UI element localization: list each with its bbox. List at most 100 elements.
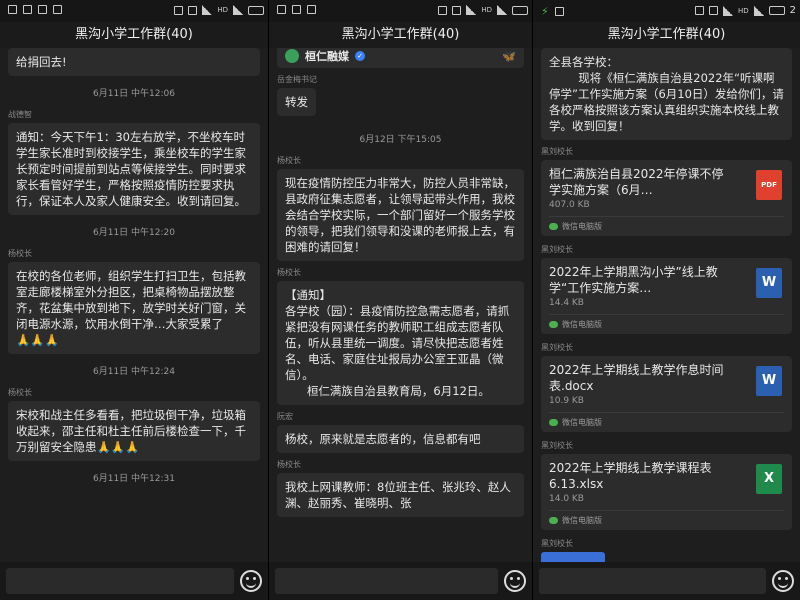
media-name: 桓仁融媒 xyxy=(305,50,349,63)
file-footer: 微信电脑版 xyxy=(549,510,784,530)
sender-name: 岳金梅书记 xyxy=(277,75,317,84)
message-list[interactable]: 给捐回去! 6月11日 中午12:06 战德智 通知：今天下午1：30左右放学，… xyxy=(0,48,268,562)
alarm-icon xyxy=(452,5,462,15)
file-footer: 微信电脑版 xyxy=(549,216,784,236)
signal-icon xyxy=(497,5,507,15)
timestamp: 6月11日 中午12:24 xyxy=(93,367,175,377)
chat-title: 黑沟小学工作群(40) xyxy=(269,22,532,48)
input-bar xyxy=(533,562,800,600)
file-source: 微信电脑版 xyxy=(562,320,602,329)
notif-icon xyxy=(554,7,564,16)
media-logo-icon xyxy=(285,49,299,63)
input-bar xyxy=(0,562,268,600)
pray-emoji: 🙏🙏🙏 xyxy=(96,440,140,454)
wifi-icon xyxy=(466,5,477,15)
notif-icon xyxy=(277,5,286,14)
sender-name: 黑刘校长 xyxy=(541,539,573,548)
timestamp: 6月11日 中午12:31 xyxy=(93,474,175,484)
message-bubble[interactable]: 全县各学校： 现将《桓仁满族自治县2022年“听课啊停学”工作实施方案（6月10… xyxy=(541,48,792,140)
timestamp: 6月12日 下午15:05 xyxy=(359,135,442,145)
wechat-icon xyxy=(38,5,47,14)
message-bubble[interactable]: 通知：今天下午1：30左右放学，不坐校车时学生家长准时到校接学生，乘坐校车的学生… xyxy=(8,123,260,215)
emoji-icon[interactable] xyxy=(240,570,262,592)
message-list[interactable]: 全县各学校： 现将《桓仁满族自治县2022年“听课啊停学”工作实施方案（6月10… xyxy=(533,48,800,562)
file-size: 10.9 KB xyxy=(549,396,584,406)
alarm-icon xyxy=(708,6,718,15)
sender-name: 杨校长 xyxy=(8,388,32,397)
timestamp: 6月11日 中午12:06 xyxy=(93,89,175,99)
vibrate-icon xyxy=(694,6,704,15)
pray-emoji: 🙏🙏🙏 xyxy=(16,333,59,347)
sender-name: 杨校长 xyxy=(277,156,301,165)
file-name: 2022年上学期黑沟小学”线上教学“工作实施方案… xyxy=(549,265,718,295)
message-bubble[interactable]: 宋校和战主任多看看，把垃圾倒干净，垃圾箱收起来，邵主任和杜主任前后楼检查一下，千… xyxy=(8,401,260,461)
file-size: 14.4 KB xyxy=(549,298,584,308)
message-bubble[interactable]: 我校上网课教师：8位班主任、张兆玲、赵人渊、赵丽秀、崔晓明、张 xyxy=(277,473,524,517)
emoji-icon[interactable] xyxy=(772,570,794,592)
status-bar: ⚡ HD 2 xyxy=(533,0,800,22)
excel-file-icon: X xyxy=(756,464,782,494)
image-icon xyxy=(23,5,32,14)
file-message-excel[interactable]: 2022年上学期线上教学课程表 6.13.xlsx 14.0 KB X 微信电脑… xyxy=(541,454,792,530)
sender-name: 杨校长 xyxy=(8,249,32,258)
file-name: 桓仁满族治自县2022年停课不停学实施方案（6月… xyxy=(549,167,724,197)
file-size: 407.0 KB xyxy=(549,200,590,210)
network-label: HD xyxy=(481,6,492,14)
wechat-icon xyxy=(307,5,316,14)
phone-icon xyxy=(53,5,62,14)
file-size: 14.0 KB xyxy=(549,494,584,504)
vibrate-icon xyxy=(174,5,184,15)
charging-icon: ⚡ xyxy=(541,5,549,18)
wechat-pc-icon xyxy=(549,419,558,426)
battery-icon xyxy=(512,5,528,15)
chat-panel-2: HD 黑沟小学工作群(40) 桓仁融媒 ✓ 🦋 岳金梅书记 转发 6月12日 下… xyxy=(268,0,532,600)
signal-icon xyxy=(233,5,243,15)
network-label: HD xyxy=(737,6,749,15)
message-input[interactable] xyxy=(275,568,498,594)
wechat-pc-icon xyxy=(549,223,558,230)
wifi-icon xyxy=(202,5,213,15)
message-bubble[interactable]: 转发 xyxy=(277,88,316,116)
message-input[interactable] xyxy=(539,568,766,594)
signal-icon xyxy=(753,5,764,16)
file-source: 微信电脑版 xyxy=(562,516,602,525)
file-footer: 微信电脑版 xyxy=(549,314,784,334)
file-source: 微信电脑版 xyxy=(562,222,602,231)
message-bubble[interactable]: 给捐回去! xyxy=(8,48,260,76)
message-bubble[interactable]: 杨校，原来就是志愿者的，信息都有吧 xyxy=(277,425,524,453)
wifi-icon xyxy=(722,5,733,16)
file-message-word[interactable]: 2022年上学期线上教学作息时间表.docx 10.9 KB W 微信电脑版 xyxy=(541,356,792,432)
chat-title: 黑沟小学工作群(40) xyxy=(533,22,800,48)
status-bar: HD xyxy=(0,0,268,22)
timestamp: 6月11日 中午12:20 xyxy=(93,228,175,238)
shared-media-card[interactable]: 桓仁融媒 ✓ 🦋 xyxy=(277,48,524,68)
image-icon xyxy=(292,5,301,14)
verified-icon: ✓ xyxy=(355,51,365,61)
butterfly-icon: 🦋 xyxy=(502,49,516,63)
file-name: 2022年上学期线上教学作息时间表.docx xyxy=(549,363,724,393)
sender-name: 黑刘校长 xyxy=(541,441,573,450)
message-input[interactable] xyxy=(6,568,234,594)
status-bar: HD xyxy=(269,0,532,22)
chat-panel-1: HD 黑沟小学工作群(40) 给捐回去! 6月11日 中午12:06 战德智 通… xyxy=(0,0,268,600)
message-bubble[interactable]: 现在疫情防控压力非常大，防控人员非常缺，县政府征集志愿者，让领导起带头作用，我校… xyxy=(277,169,524,261)
pdf-file-icon: PDF xyxy=(756,170,782,200)
sender-name: 阮宏 xyxy=(277,412,293,421)
file-message-word[interactable]: 2022年上学期黑沟小学”线上教学“工作实施方案… 14.4 KB W 微信电脑… xyxy=(541,258,792,334)
emoji-icon[interactable] xyxy=(504,570,526,592)
partial-message[interactable] xyxy=(541,552,605,562)
message-text: 在校的各位老师，组织学生打扫卫生，包括教室走廊楼梯室外分担区，把桌椅物品摆放整齐… xyxy=(16,269,246,331)
file-message-pdf[interactable]: 桓仁满族治自县2022年停课不停学实施方案（6月… 407.0 KB PDF 微… xyxy=(541,160,792,236)
message-bubble[interactable]: 【通知】 各学校（园）：县疫情防控急需志愿者，请抓紧把没有网课任务的教师职工组成… xyxy=(277,281,524,405)
message-bubble[interactable]: 在校的各位老师，组织学生打扫卫生，包括教室走廊楼梯室外分担区，把桌椅物品摆放整齐… xyxy=(8,262,260,354)
alarm-icon xyxy=(188,5,198,15)
sender-name: 战德智 xyxy=(8,110,32,119)
message-list[interactable]: 桓仁融媒 ✓ 🦋 岳金梅书记 转发 6月12日 下午15:05 杨校长 现在疫情… xyxy=(269,48,532,562)
wechat-pc-icon xyxy=(549,517,558,524)
sender-name: 黑刘校长 xyxy=(541,343,573,352)
sender-name: 黑刘校长 xyxy=(541,245,573,254)
sender-name: 杨校长 xyxy=(277,460,301,469)
clock: 2 xyxy=(789,5,796,16)
input-bar xyxy=(269,562,532,600)
chat-title: 黑沟小学工作群(40) xyxy=(0,22,268,48)
